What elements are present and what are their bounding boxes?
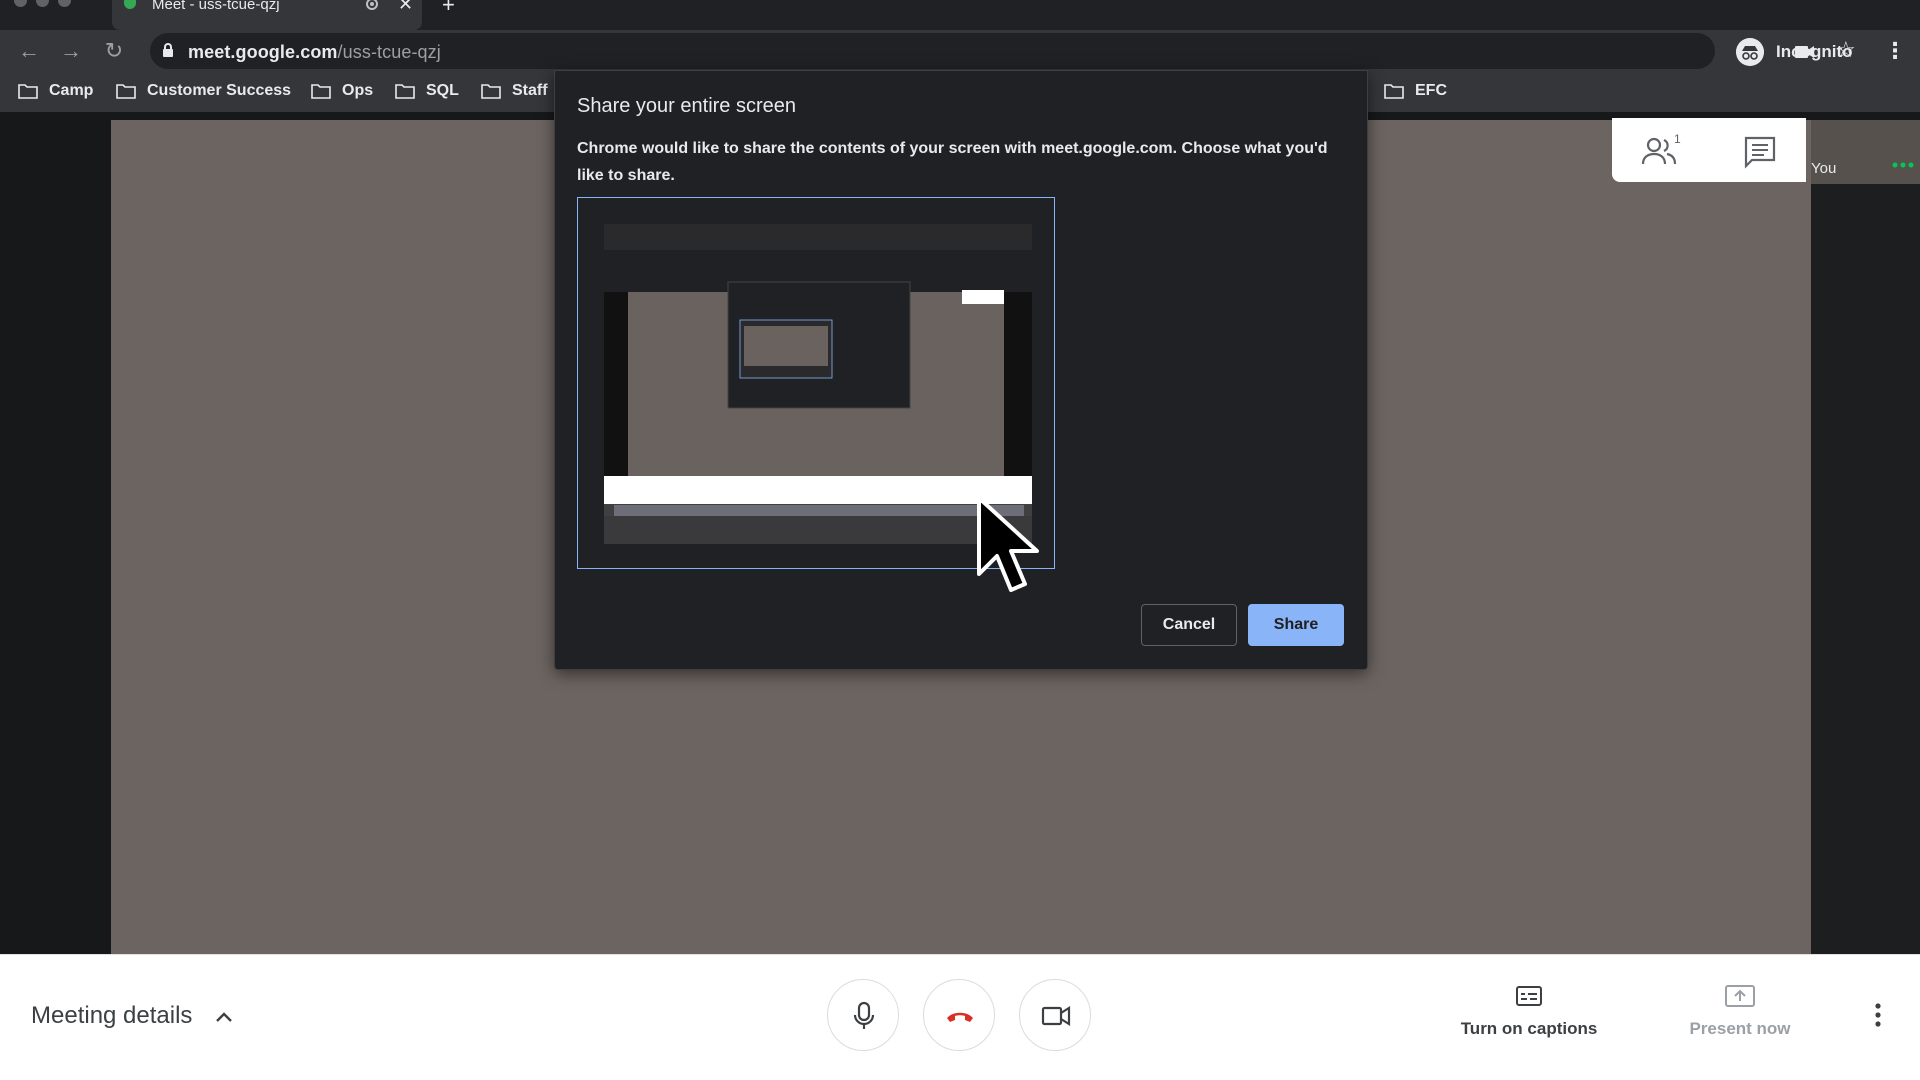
present-now-button[interactable]: Present now — [1680, 985, 1800, 1045]
closed-captions-icon — [1516, 986, 1542, 1006]
people-icon: 1 — [1641, 132, 1681, 165]
tab-strip: Meet - uss-tcue-qzj ✕ + — [0, 0, 1920, 30]
share-screen-dialog: Share your entire screen Chrome would li… — [554, 70, 1368, 670]
bookmark-label: Camp — [49, 82, 94, 99]
tab-close-icon[interactable]: ✕ — [398, 0, 413, 15]
url-text: meet.google.com/uss-tcue-qzj — [188, 42, 441, 63]
side-panel-buttons: 1 — [1612, 118, 1806, 182]
reload-button[interactable]: ↻ — [101, 38, 127, 64]
present-now-label: Present now — [1689, 1019, 1791, 1038]
people-button[interactable]: 1 — [1640, 132, 1684, 170]
chat-button[interactable] — [1738, 132, 1782, 170]
window-zoom-control[interactable] — [58, 0, 71, 7]
microphone-icon — [853, 1001, 875, 1029]
side-participant-strip — [1811, 120, 1920, 954]
folder-icon — [481, 84, 501, 99]
bookmark-label: Ops — [342, 82, 374, 99]
browser-tab-meet[interactable]: Meet - uss-tcue-qzj ✕ — [112, 0, 422, 30]
chevron-up-icon — [216, 1012, 232, 1022]
lock-icon — [163, 43, 173, 57]
folder-icon — [116, 84, 136, 99]
browser-menu-icon[interactable]: ⋮ — [1884, 38, 1906, 64]
forward-button[interactable]: → — [58, 38, 84, 64]
captions-label: Turn on captions — [1460, 1019, 1598, 1038]
bookmark-label: EFC — [1415, 82, 1447, 99]
window-close-control[interactable] — [14, 0, 27, 7]
folder-icon — [1384, 84, 1404, 99]
bookmark-label: SQL — [426, 82, 459, 99]
chat-icon — [1744, 136, 1776, 169]
browser-toolbar: ← → ↻ meet.google.com/uss-tcue-qzj ☆ Inc… — [0, 30, 1920, 72]
folder-icon — [18, 84, 38, 99]
incognito-icon — [1736, 38, 1764, 66]
back-button[interactable]: ← — [16, 38, 42, 64]
profile-label: Incognito — [1776, 42, 1853, 61]
screen-thumbnail — [604, 224, 1032, 544]
dialog-description: Chrome would like to share the contents … — [577, 140, 1328, 184]
hang-up-button[interactable] — [923, 979, 995, 1051]
turn-on-captions-button[interactable]: Turn on captions — [1452, 985, 1606, 1045]
microphone-button[interactable] — [827, 979, 899, 1051]
video-camera-icon — [1041, 1006, 1071, 1026]
meet-favicon-icon — [124, 0, 136, 9]
new-tab-button[interactable]: + — [442, 0, 455, 18]
folder-icon — [311, 84, 331, 99]
window-minimize-control[interactable] — [36, 0, 49, 7]
tab-title: Meet - uss-tcue-qzj — [152, 0, 280, 13]
audio-activity-icon — [1892, 162, 1914, 168]
cancel-button[interactable]: Cancel — [1141, 604, 1237, 646]
recording-indicator-icon — [366, 0, 378, 10]
bookmark-label: Staff — [512, 82, 548, 99]
share-button[interactable]: Share — [1248, 604, 1344, 646]
camera-button[interactable] — [1019, 979, 1091, 1051]
present-screen-icon — [1725, 985, 1755, 1007]
folder-icon — [395, 84, 415, 99]
address-bar[interactable]: meet.google.com/uss-tcue-qzj ☆ — [150, 33, 1856, 69]
phone-hangup-icon — [947, 1012, 973, 1022]
self-tile-label: You — [1811, 160, 1837, 177]
participant-count: 1 — [1674, 132, 1681, 146]
url-host: meet.google.com — [188, 42, 338, 62]
screen-preview-option[interactable] — [577, 197, 1055, 569]
dialog-title: Share your entire screen — [577, 95, 797, 117]
more-options-icon[interactable] — [1870, 1001, 1886, 1029]
url-path: /uss-tcue-qzj — [337, 42, 441, 62]
meeting-controls-bar: Meeting details Turn on captions Present… — [0, 954, 1920, 1080]
bookmark-label: Customer Success — [147, 82, 292, 99]
meeting-details-label: Meeting details — [31, 1002, 193, 1029]
